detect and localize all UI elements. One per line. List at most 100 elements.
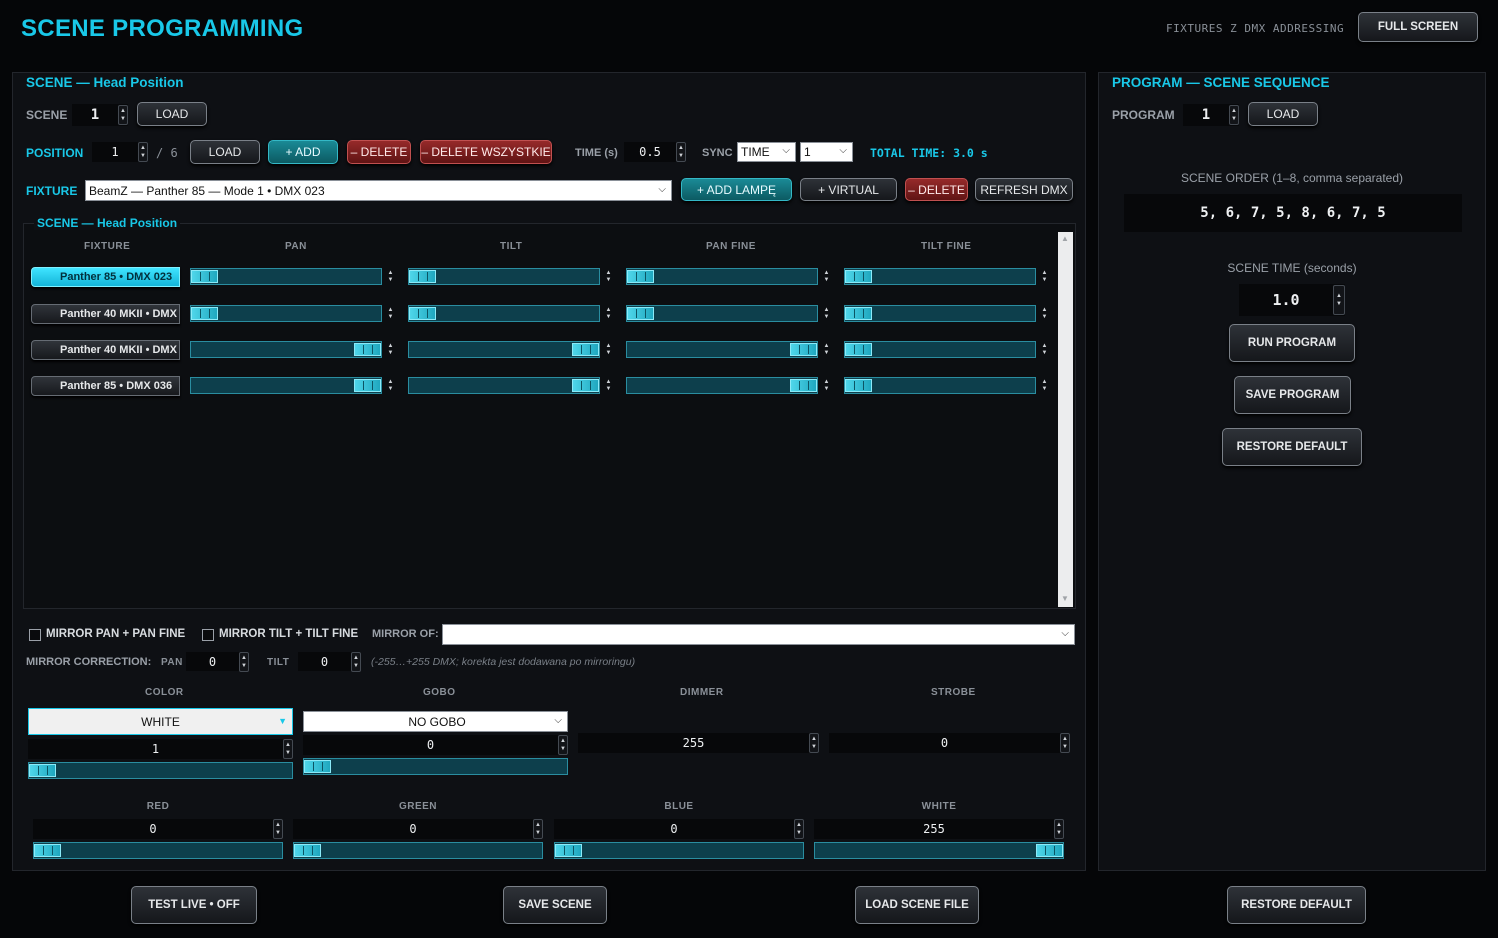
- slider-thumb[interactable]: [845, 270, 872, 283]
- spinner-arrows-icon[interactable]: ▲ ▼: [1333, 285, 1345, 315]
- color-select[interactable]: WHITE ▼: [28, 708, 293, 735]
- mirror-pan-spinner[interactable]: 0 ▲ ▼: [186, 651, 249, 672]
- tilt-fine-slider[interactable]: [844, 305, 1036, 322]
- tilt-slider[interactable]: [408, 305, 600, 322]
- spinner-arrows-icon[interactable]: ▲ ▼: [533, 819, 543, 839]
- white-spinner[interactable]: 255 ▲ ▼: [814, 819, 1064, 839]
- red-slider[interactable]: [33, 842, 283, 859]
- fixture-delete-button[interactable]: – DELETE: [905, 178, 968, 201]
- gobo-spinner[interactable]: 0 ▲ ▼: [303, 735, 568, 755]
- spinner-arrows-icon[interactable]: ▲ ▼: [118, 105, 128, 125]
- pan-slider[interactable]: [190, 268, 382, 285]
- pan-fine-slider[interactable]: [626, 377, 818, 394]
- spinner-arrows-icon[interactable]: ▲ ▼: [386, 378, 395, 394]
- green-slider[interactable]: [293, 842, 543, 859]
- position-load-button[interactable]: LOAD: [190, 140, 260, 164]
- slider-thumb[interactable]: [627, 270, 654, 283]
- tilt-slider[interactable]: [408, 341, 600, 358]
- spinner-arrows-icon[interactable]: ▲ ▼: [1040, 378, 1049, 394]
- fixture-row-button[interactable]: Panther 40 MKII • DMX 030: [31, 304, 180, 324]
- tilt-fine-slider[interactable]: [844, 377, 1036, 394]
- slider-thumb[interactable]: [627, 307, 654, 320]
- slider-thumb[interactable]: [845, 307, 872, 320]
- fixture-row-button[interactable]: Panther 40 MKII • DMX 033: [31, 340, 180, 360]
- spinner-arrows-icon[interactable]: ▲ ▼: [822, 269, 831, 285]
- refresh-dmx-button[interactable]: REFRESH DMX: [975, 178, 1073, 201]
- program-restore-default-button[interactable]: RESTORE DEFAULT: [1222, 428, 1362, 466]
- fullscreen-button[interactable]: FULL SCREEN: [1358, 12, 1478, 42]
- color-slider[interactable]: [28, 762, 293, 779]
- gobo-slider[interactable]: [303, 758, 568, 775]
- slider-thumb[interactable]: [191, 270, 218, 283]
- add-lamp-button[interactable]: + ADD LAMPĘ: [681, 178, 792, 201]
- spinner-arrows-icon[interactable]: ▲ ▼: [1060, 733, 1070, 753]
- save-program-button[interactable]: SAVE PROGRAM: [1234, 376, 1351, 414]
- spinner-arrows-icon[interactable]: ▲ ▼: [822, 378, 831, 394]
- spinner-arrows-icon[interactable]: ▲ ▼: [386, 269, 395, 285]
- slider-thumb[interactable]: [572, 379, 599, 392]
- program-spinner[interactable]: 1 ▲ ▼: [1183, 104, 1239, 126]
- red-spinner[interactable]: 0 ▲ ▼: [33, 819, 283, 839]
- spinner-arrows-icon[interactable]: ▲ ▼: [809, 733, 819, 753]
- test-live-button[interactable]: TEST LIVE • OFF: [131, 886, 257, 924]
- position-delete-button[interactable]: – DELETE: [347, 140, 411, 164]
- pan-slider[interactable]: [190, 377, 382, 394]
- slider-thumb[interactable]: [29, 764, 56, 777]
- load-scene-file-button[interactable]: LOAD SCENE FILE: [855, 886, 979, 924]
- slider-thumb[interactable]: [845, 379, 872, 392]
- slider-thumb[interactable]: [572, 343, 599, 356]
- slider-thumb[interactable]: [294, 844, 321, 857]
- pan-slider[interactable]: [190, 341, 382, 358]
- slider-thumb[interactable]: [790, 343, 817, 356]
- mirror-of-select[interactable]: ⌵: [442, 624, 1075, 645]
- spinner-arrows-icon[interactable]: ▲ ▼: [794, 819, 804, 839]
- sync-count-select[interactable]: 1 ⌵: [800, 142, 853, 162]
- spinner-arrows-icon[interactable]: ▲ ▼: [1054, 819, 1064, 839]
- sync-mode-select[interactable]: TIME ⌵: [737, 142, 796, 162]
- tilt-slider[interactable]: [408, 377, 600, 394]
- spinner-arrows-icon[interactable]: ▲ ▼: [676, 142, 686, 162]
- tilt-fine-slider[interactable]: [844, 341, 1036, 358]
- time-spinner[interactable]: 0.5 ▲ ▼: [624, 142, 686, 162]
- spinner-arrows-icon[interactable]: ▲ ▼: [283, 739, 293, 759]
- spinner-arrows-icon[interactable]: ▲ ▼: [273, 819, 283, 839]
- slider-thumb[interactable]: [191, 307, 218, 320]
- spinner-arrows-icon[interactable]: ▲ ▼: [604, 306, 613, 322]
- fixture-row-button[interactable]: Panther 85 • DMX 036: [31, 376, 180, 396]
- scene-order-input[interactable]: 5, 6, 7, 5, 8, 6, 7, 5: [1124, 194, 1462, 232]
- spinner-arrows-icon[interactable]: ▲ ▼: [1040, 306, 1049, 322]
- blue-slider[interactable]: [554, 842, 804, 859]
- spinner-arrows-icon[interactable]: ▲ ▼: [604, 342, 613, 358]
- save-scene-button[interactable]: SAVE SCENE: [503, 886, 607, 924]
- pan-fine-slider[interactable]: [626, 268, 818, 285]
- pan-fine-slider[interactable]: [626, 341, 818, 358]
- slider-thumb[interactable]: [34, 844, 61, 857]
- spinner-arrows-icon[interactable]: ▲ ▼: [822, 306, 831, 322]
- scene-load-button[interactable]: LOAD: [137, 102, 207, 126]
- position-add-button[interactable]: + ADD: [268, 140, 338, 164]
- mirror-pan-checkbox[interactable]: [29, 629, 41, 641]
- spinner-arrows-icon[interactable]: ▲ ▼: [386, 342, 395, 358]
- tilt-fine-slider[interactable]: [844, 268, 1036, 285]
- blue-spinner[interactable]: 0 ▲ ▼: [554, 819, 804, 839]
- spinner-arrows-icon[interactable]: ▲ ▼: [1040, 342, 1049, 358]
- tilt-slider[interactable]: [408, 268, 600, 285]
- spinner-arrows-icon[interactable]: ▲ ▼: [604, 378, 613, 394]
- spinner-arrows-icon[interactable]: ▲ ▼: [822, 342, 831, 358]
- dimmer-spinner[interactable]: 255 ▲ ▼: [578, 733, 819, 753]
- virtual-button[interactable]: + VIRTUAL: [800, 178, 897, 201]
- spinner-arrows-icon[interactable]: ▲ ▼: [558, 735, 568, 755]
- slider-thumb[interactable]: [409, 270, 436, 283]
- spinner-arrows-icon[interactable]: ▲ ▼: [604, 269, 613, 285]
- scroll-down-icon[interactable]: ▼: [1061, 594, 1069, 603]
- mirror-tilt-checkbox[interactable]: [202, 629, 214, 641]
- pan-slider[interactable]: [190, 305, 382, 322]
- slider-thumb[interactable]: [354, 343, 381, 356]
- spinner-arrows-icon[interactable]: ▲ ▼: [386, 306, 395, 322]
- slider-thumb[interactable]: [1036, 844, 1063, 857]
- gobo-select[interactable]: NO GOBO ⌵: [303, 711, 568, 732]
- fixture-select[interactable]: BeamZ — Panther 85 — Mode 1 • DMX 023 ⌵: [85, 180, 672, 201]
- strobe-spinner[interactable]: 0 ▲ ▼: [829, 733, 1070, 753]
- fixture-row-button[interactable]: Panther 85 • DMX 023: [31, 267, 180, 287]
- slider-thumb[interactable]: [304, 760, 331, 773]
